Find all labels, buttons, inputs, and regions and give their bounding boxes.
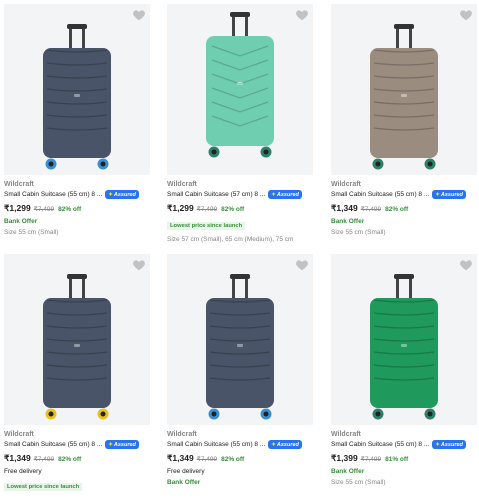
product-title[interactable]: Small Cabin Suitcase (55 cm) 8 ... — [4, 441, 102, 448]
product-discount: 82% off — [221, 456, 245, 463]
product-brand: Wildcraft — [4, 181, 34, 188]
assured-badge: ✦ Assured — [268, 190, 302, 199]
bank-offer-label: Bank Offer — [167, 479, 201, 486]
suitcase-image — [41, 24, 113, 175]
product-image[interactable] — [4, 254, 150, 425]
suitcase-image — [204, 12, 276, 165]
bank-offer-label: Bank Offer — [4, 218, 38, 225]
product-image[interactable] — [167, 4, 313, 175]
assured-badge: ✦ Assured — [105, 440, 139, 449]
product-title[interactable]: Small Cabin Suitcase (55 cm) 8 ... — [331, 441, 429, 448]
wishlist-heart-icon[interactable] — [132, 258, 146, 272]
product-discount: 82% off — [58, 206, 82, 213]
product-card[interactable]: Wildcraft Small Cabin Suitcase (55 cm) 8… — [167, 254, 313, 486]
product-mrp: ₹7,499 — [360, 206, 382, 213]
suitcase-image — [368, 24, 440, 175]
product-mrp: ₹7,499 — [33, 456, 55, 463]
product-mrp: ₹7,499 — [33, 206, 55, 213]
product-title[interactable]: Small Cabin Suitcase (55 cm) 8 ... — [167, 441, 265, 448]
assured-badge: ✦ Assured — [432, 440, 466, 449]
product-discount: 82% off — [221, 206, 245, 213]
product-size: Size 55 cm (Small) — [331, 479, 386, 486]
lowest-price-badge: Lowest price since launch — [167, 222, 246, 230]
assured-badge: ✦ Assured — [432, 190, 466, 199]
wishlist-heart-icon[interactable] — [459, 258, 473, 272]
product-title[interactable]: Small Cabin Suitcase (55 cm) 8 ... — [4, 191, 102, 198]
product-discount: 82% off — [385, 206, 409, 213]
suitcase-image — [204, 274, 276, 425]
assured-badge: ✦ Assured — [268, 440, 302, 449]
product-brand: Wildcraft — [167, 431, 197, 438]
product-size: Size 55 cm (Small) — [331, 229, 386, 236]
assured-label: Assured — [276, 441, 299, 448]
product-title[interactable]: Small Cabin Suitcase (57 cm) 8 ... — [167, 191, 265, 198]
product-mrp: ₹7,499 — [360, 456, 382, 463]
product-title[interactable]: Small Cabin Suitcase (55 cm) 8 ... — [331, 191, 429, 198]
bank-offer-label: Bank Offer — [331, 468, 365, 475]
product-card[interactable]: Wildcraft Small Cabin Suitcase (55 cm) 8… — [4, 254, 150, 493]
bank-offer-label: Bank Offer — [331, 218, 365, 225]
assured-label: Assured — [113, 191, 136, 198]
product-size: Size 57 cm (Small), 65 cm (Medium), 75 c… — [167, 236, 294, 243]
assured-badge: ✦ Assured — [105, 190, 139, 199]
product-card[interactable]: Wildcraft Small Cabin Suitcase (55 cm) 8… — [331, 4, 477, 236]
suitcase-image — [368, 274, 440, 425]
wishlist-heart-icon[interactable] — [295, 8, 309, 22]
product-card[interactable]: Wildcraft Small Cabin Suitcase (57 cm) 8… — [167, 4, 313, 243]
assured-label: Assured — [276, 191, 299, 198]
product-brand: Wildcraft — [4, 431, 34, 438]
suitcase-image — [41, 274, 113, 425]
product-card[interactable]: Wildcraft Small Cabin Suitcase (55 cm) 8… — [331, 254, 477, 486]
free-delivery-label: Free delivery — [167, 468, 205, 475]
free-delivery-label: Free delivery — [4, 468, 42, 475]
product-image[interactable] — [4, 4, 150, 175]
assured-label: Assured — [113, 441, 136, 448]
wishlist-heart-icon[interactable] — [459, 8, 473, 22]
lowest-price-badge: Lowest price since launch — [4, 483, 83, 491]
product-price: ₹1,349 — [167, 453, 194, 463]
assured-label: Assured — [440, 441, 463, 448]
product-card[interactable]: Wildcraft Small Cabin Suitcase (55 cm) 8… — [4, 4, 150, 236]
product-discount: 82% off — [58, 456, 82, 463]
product-image[interactable] — [331, 4, 477, 175]
product-mrp: ₹7,499 — [196, 206, 218, 213]
product-brand: Wildcraft — [167, 181, 197, 188]
wishlist-heart-icon[interactable] — [295, 258, 309, 272]
product-brand: Wildcraft — [331, 431, 361, 438]
wishlist-heart-icon[interactable] — [132, 8, 146, 22]
product-size: Size 55 cm (Small) — [4, 229, 59, 236]
product-price: ₹1,349 — [4, 453, 31, 463]
product-image[interactable] — [331, 254, 477, 425]
product-price: ₹1,299 — [4, 203, 31, 213]
product-image[interactable] — [167, 254, 313, 425]
product-discount: 81% off — [385, 456, 409, 463]
assured-label: Assured — [440, 191, 463, 198]
product-price: ₹1,399 — [331, 453, 358, 463]
product-mrp: ₹7,499 — [196, 456, 218, 463]
product-brand: Wildcraft — [331, 181, 361, 188]
product-price: ₹1,299 — [167, 203, 194, 213]
product-price: ₹1,349 — [331, 203, 358, 213]
